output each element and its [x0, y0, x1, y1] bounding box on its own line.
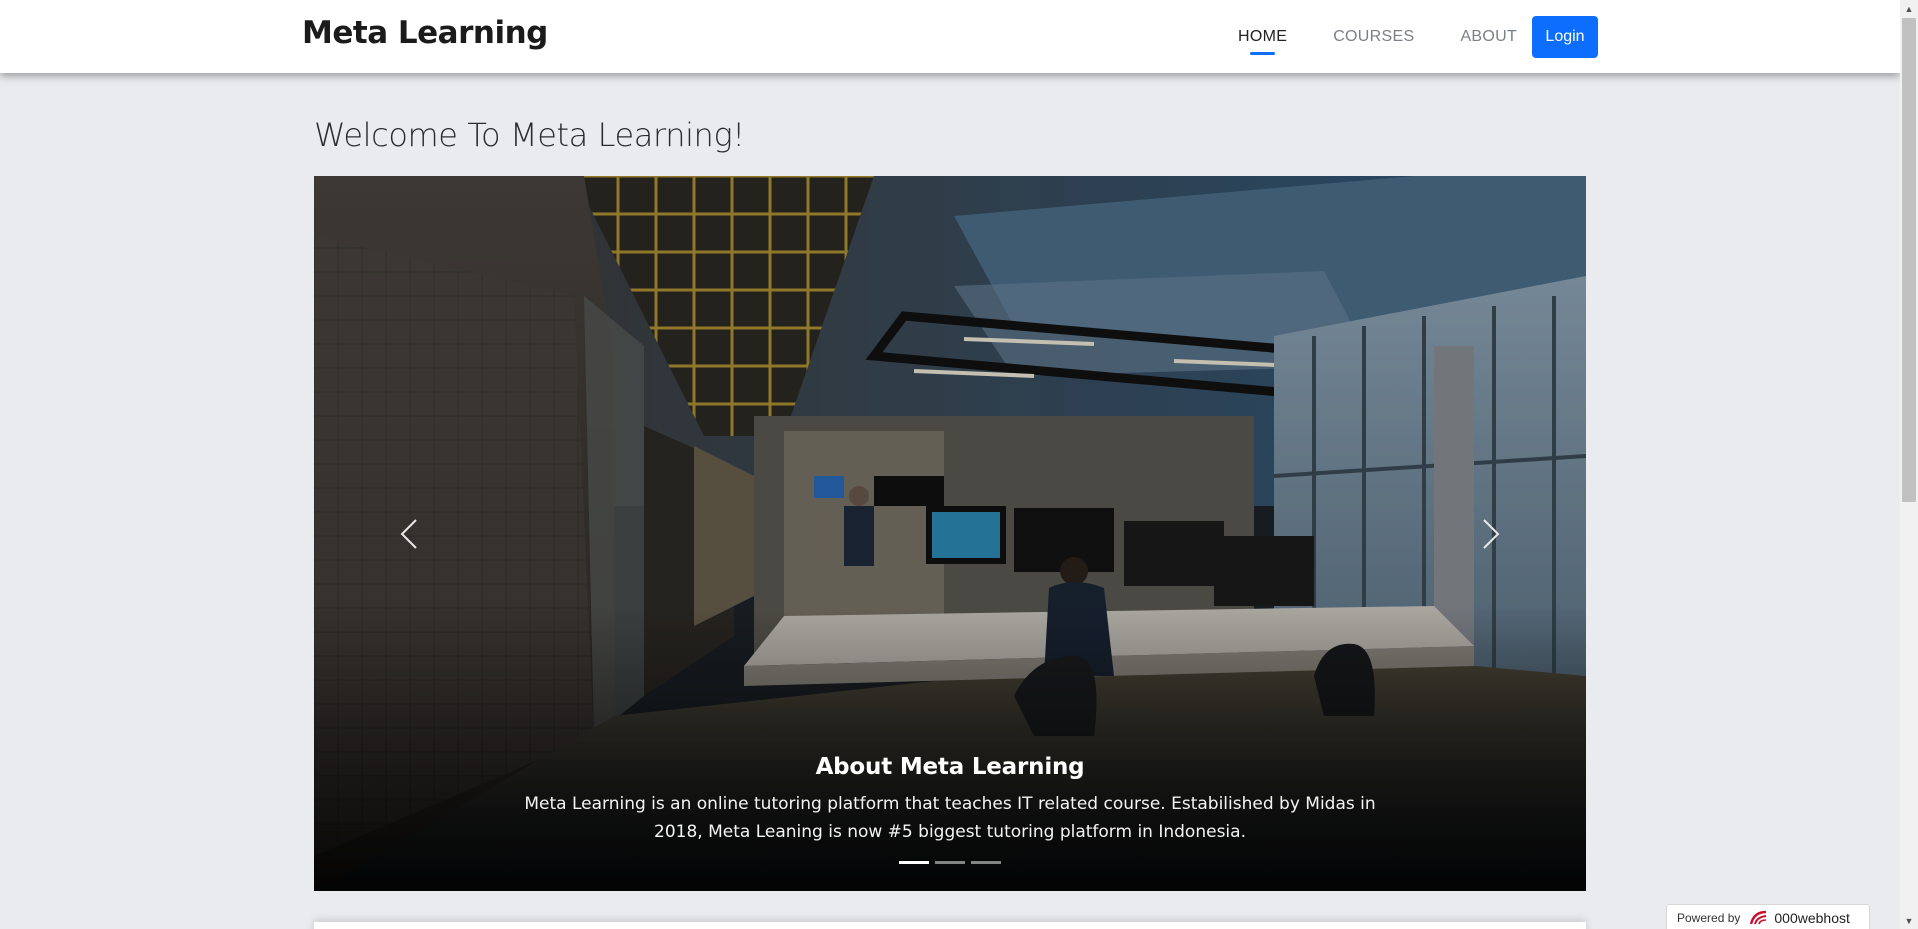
- hero-carousel: About Meta Learning Meta Learning is an …: [314, 176, 1586, 891]
- caption-title-bold: Meta Learning: [899, 754, 1085, 780]
- nav-links: HOME COURSES ABOUT: [1238, 0, 1563, 73]
- carousel-indicator-1[interactable]: [899, 861, 929, 864]
- scroll-up-arrow-icon[interactable]: ▲: [1900, 0, 1918, 17]
- content-card: [314, 922, 1586, 929]
- active-nav-indicator: [1250, 51, 1276, 55]
- carousel-caption: About Meta Learning Meta Learning is an …: [314, 754, 1586, 846]
- login-button[interactable]: Login: [1532, 16, 1598, 58]
- webhost-logo-icon: [1750, 910, 1767, 925]
- caption-title-prefix: About: [815, 754, 893, 780]
- brand-logo-text[interactable]: Meta Learning: [302, 15, 548, 51]
- chevron-left-icon: [400, 518, 417, 549]
- caption-title: About Meta Learning: [314, 754, 1586, 780]
- nav-link-about-label: ABOUT: [1460, 27, 1518, 45]
- carousel-indicators: [314, 861, 1586, 864]
- powered-by-label: Powered by: [1677, 911, 1741, 925]
- nav-link-courses[interactable]: COURSES: [1333, 28, 1414, 46]
- scroll-down-arrow-icon[interactable]: ▼: [1900, 912, 1918, 929]
- carousel-indicator-2[interactable]: [935, 861, 965, 864]
- nav-link-home[interactable]: HOME: [1238, 27, 1288, 55]
- page-title: Welcome To Meta Learning!: [314, 116, 745, 154]
- carousel-indicator-3[interactable]: [971, 861, 1001, 864]
- webhost-name: 000webhost: [1774, 910, 1850, 926]
- nav-link-courses-label: COURSES: [1333, 27, 1415, 45]
- scrollbar-thumb[interactable]: [1902, 18, 1916, 502]
- navbar: Meta Learning HOME COURSES ABOUT Login: [0, 0, 1900, 73]
- nav-link-home-label: HOME: [1238, 27, 1288, 45]
- nav-link-about[interactable]: ABOUT: [1460, 28, 1517, 46]
- vertical-scrollbar[interactable]: ▲ ▼: [1900, 0, 1918, 929]
- caption-text: Meta Learning is an online tutoring plat…: [524, 794, 1376, 842]
- powered-by-badge[interactable]: Powered by 000webhost: [1666, 904, 1870, 929]
- chevron-right-icon: [1483, 518, 1500, 549]
